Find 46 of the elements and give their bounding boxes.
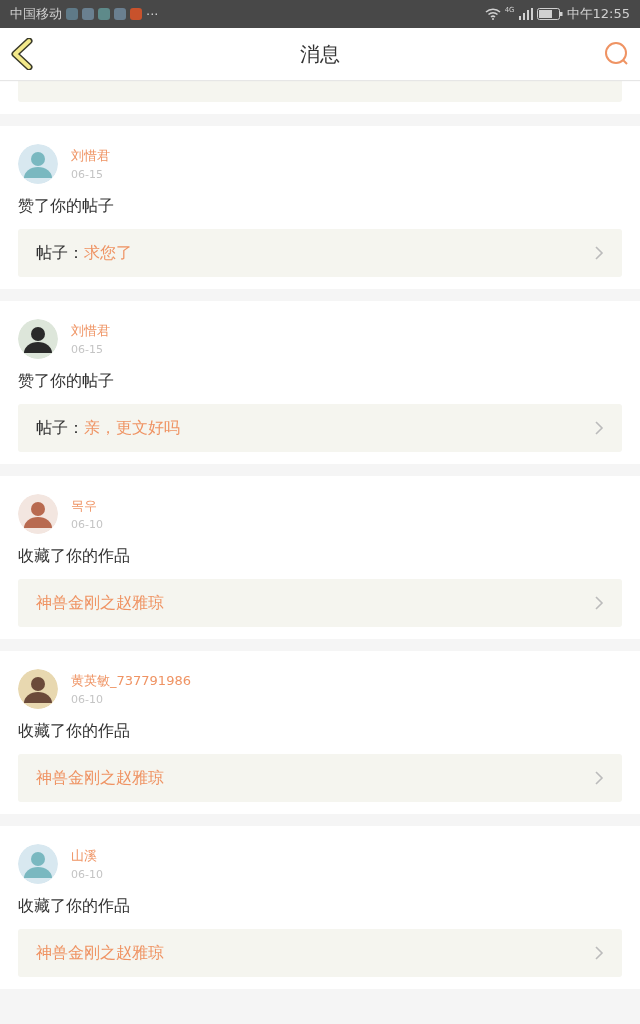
message-date: 06-15 <box>71 168 104 181</box>
chevron-right-icon <box>594 245 604 261</box>
chevron-right-icon <box>594 420 604 436</box>
post-link-text: 帖子：亲，更文好吗 <box>36 417 180 439</box>
user-name[interactable]: 山溪 <box>71 847 103 865</box>
linked-item[interactable]: 神兽金刚之赵雅琼 <box>18 754 622 802</box>
linked-item[interactable]: 神兽金刚之赵雅琼 <box>18 579 622 627</box>
app-notification-icon <box>66 8 78 20</box>
message-text: 收藏了你的作品 <box>18 896 131 917</box>
signal-icon <box>518 8 533 20</box>
app-notification-icon <box>98 8 110 20</box>
message-date: 06-15 <box>71 343 104 356</box>
page-title: 消息 <box>300 40 340 68</box>
user-name[interactable]: 刘惜君 <box>71 147 110 165</box>
message-text: 赞了你的帖子 <box>18 196 115 217</box>
avatar[interactable] <box>18 669 58 709</box>
chevron-right-icon <box>594 770 604 786</box>
battery-icon <box>536 8 563 20</box>
clock: 中午12:55 <box>566 5 630 23</box>
user-name[interactable]: 黄英敏_737791986 <box>71 672 191 690</box>
post-link-text: 帖子：求您了 <box>36 242 132 264</box>
user-name[interactable]: 목우 <box>71 497 103 515</box>
app-notification-icon <box>82 8 94 20</box>
message-text: 收藏了你的作品 <box>18 546 131 567</box>
message-date: 06-10 <box>71 693 104 706</box>
work-title: 神兽金刚之赵雅琼 <box>36 767 164 789</box>
app-notification-icon <box>114 8 126 20</box>
chevron-right-icon <box>594 595 604 611</box>
user-name[interactable]: 刘惜君 <box>71 322 110 340</box>
work-title: 神兽金刚之赵雅琼 <box>36 942 164 964</box>
carrier-name: 中国移动 <box>10 5 62 23</box>
wifi-icon <box>484 8 501 20</box>
linked-item[interactable]: 帖子：亲，更文好吗 <box>18 404 622 452</box>
linked-item[interactable]: 帖子：求您了 <box>18 229 622 277</box>
message-date: 06-10 <box>71 518 103 531</box>
message-text: 赞了你的帖子 <box>18 371 115 392</box>
play-icon <box>130 8 142 20</box>
more-notifications: ··· <box>146 6 159 22</box>
linked-item[interactable]: 神兽金刚之赵雅琼 <box>18 929 622 977</box>
search-icon[interactable] <box>604 41 630 67</box>
work-title: 神兽金刚之赵雅琼 <box>36 592 164 614</box>
message-date: 06-10 <box>71 868 103 881</box>
back-button[interactable] <box>10 38 36 70</box>
avatar[interactable] <box>18 319 58 359</box>
chevron-right-icon <box>594 945 604 961</box>
message-text: 收藏了你的作品 <box>18 721 131 742</box>
